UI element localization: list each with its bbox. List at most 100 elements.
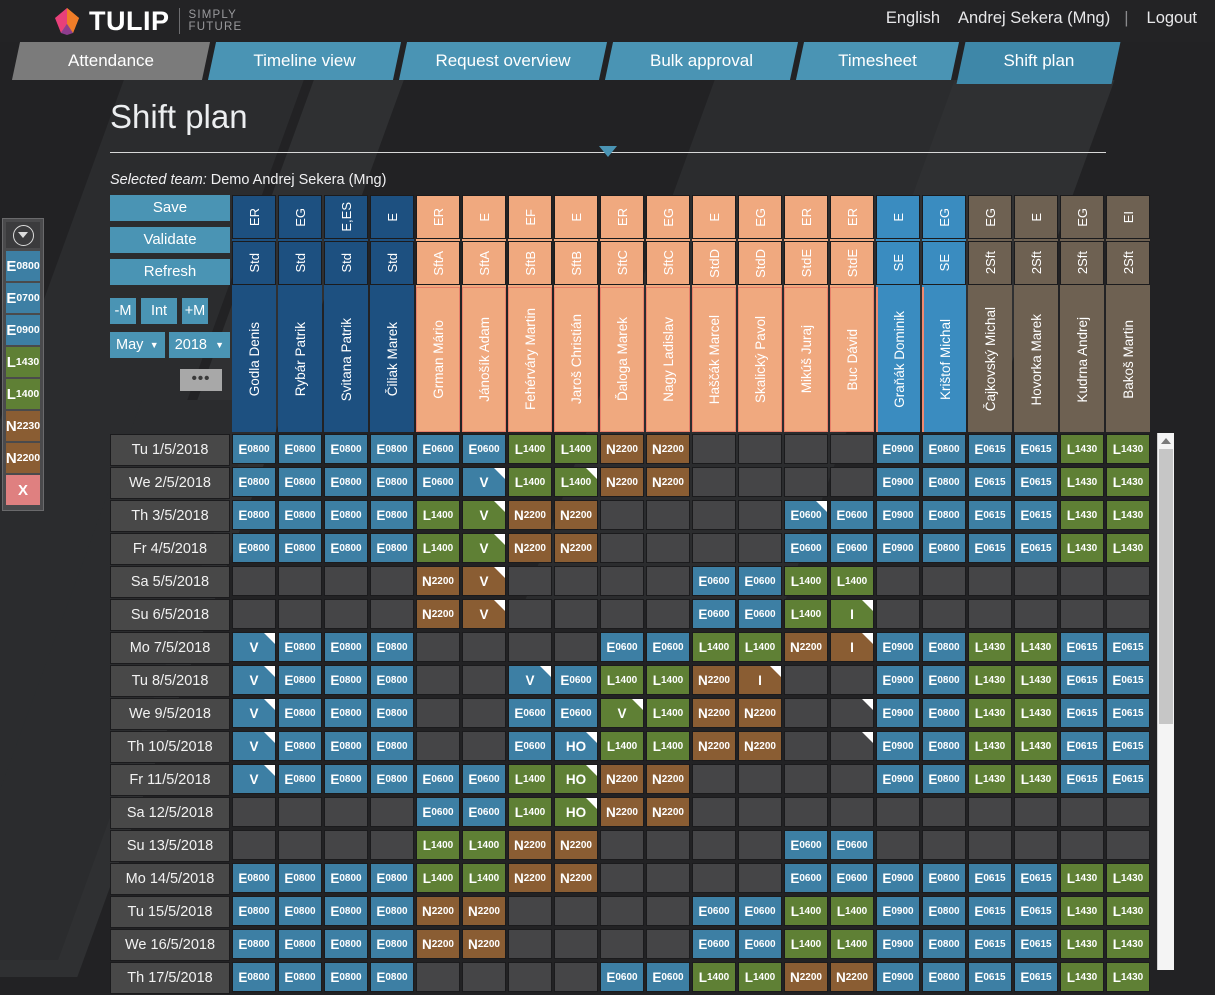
shift-cell[interactable] bbox=[508, 929, 552, 959]
column-header-18[interactable]: EG 2Sft Kudrna Andrej bbox=[1060, 195, 1104, 432]
shift-cell[interactable]: N 2200 bbox=[508, 863, 552, 893]
shift-cell[interactable]: N 2200 bbox=[416, 896, 460, 926]
shift-cell[interactable]: E 0800 bbox=[370, 467, 414, 497]
shift-cell[interactable]: E 0600 bbox=[692, 599, 736, 629]
shift-cell[interactable] bbox=[784, 434, 828, 464]
shift-cell[interactable]: E 0600 bbox=[416, 434, 460, 464]
shift-cell[interactable]: L 1400 bbox=[738, 632, 782, 662]
shift-cell[interactable] bbox=[692, 764, 736, 794]
shift-cell[interactable]: L 1400 bbox=[646, 665, 690, 695]
shift-cell[interactable] bbox=[968, 566, 1012, 596]
shift-cell[interactable]: N 2200 bbox=[600, 434, 644, 464]
shift-cell[interactable]: V bbox=[462, 599, 506, 629]
shift-cell[interactable] bbox=[1060, 599, 1104, 629]
shift-cell[interactable] bbox=[968, 797, 1012, 827]
shift-cell[interactable] bbox=[324, 566, 368, 596]
shift-cell[interactable] bbox=[554, 929, 598, 959]
shift-cell[interactable] bbox=[554, 896, 598, 926]
shift-cell[interactable] bbox=[370, 797, 414, 827]
shift-cell[interactable] bbox=[876, 599, 920, 629]
shift-cell[interactable]: L 1430 bbox=[1060, 434, 1104, 464]
shift-cell[interactable] bbox=[232, 599, 276, 629]
column-employee-name[interactable]: Godla Denis bbox=[232, 287, 276, 432]
shift-cell[interactable]: E 0800 bbox=[232, 929, 276, 959]
shift-cell[interactable]: E 0800 bbox=[278, 434, 322, 464]
shift-cell[interactable] bbox=[462, 962, 506, 992]
column-employee-name[interactable]: Buc Dávid bbox=[830, 287, 874, 432]
refresh-button[interactable]: Refresh bbox=[110, 259, 230, 285]
shift-cell[interactable]: E 0600 bbox=[692, 929, 736, 959]
shift-cell[interactable]: E 0800 bbox=[324, 665, 368, 695]
shift-cell[interactable]: E 0800 bbox=[922, 665, 966, 695]
shift-cell[interactable]: L 1430 bbox=[968, 665, 1012, 695]
column-header-4[interactable]: ER SftA Grman Mário bbox=[416, 195, 460, 432]
previous-month-button[interactable]: -M bbox=[110, 298, 136, 324]
shift-cell[interactable]: E 0800 bbox=[922, 467, 966, 497]
legend-item-l1400[interactable]: L 1400 bbox=[6, 379, 40, 409]
shift-cell[interactable]: E 0615 bbox=[1106, 698, 1150, 728]
column-employee-name[interactable]: Graňák Dominik bbox=[876, 287, 920, 432]
shift-cell[interactable]: E 0615 bbox=[968, 533, 1012, 563]
shift-cell[interactable]: L 1400 bbox=[830, 896, 874, 926]
shift-cell[interactable] bbox=[1106, 599, 1150, 629]
shift-cell[interactable] bbox=[232, 830, 276, 860]
shift-cell[interactable] bbox=[462, 665, 506, 695]
shift-cell[interactable]: L 1400 bbox=[508, 467, 552, 497]
shift-cell[interactable]: N 2200 bbox=[646, 434, 690, 464]
shift-cell[interactable]: E 0800 bbox=[370, 764, 414, 794]
column-header-6[interactable]: EF SftB Fehérváry Martin bbox=[508, 195, 552, 432]
shift-cell[interactable]: N 2200 bbox=[554, 863, 598, 893]
scrollbar-track[interactable] bbox=[1157, 433, 1174, 970]
shift-cell[interactable]: E 0900 bbox=[876, 632, 920, 662]
shift-cell[interactable] bbox=[600, 500, 644, 530]
shift-cell[interactable] bbox=[508, 566, 552, 596]
shift-cell[interactable]: E 0615 bbox=[968, 500, 1012, 530]
shift-cell[interactable]: L 1400 bbox=[416, 533, 460, 563]
shift-cell[interactable] bbox=[554, 962, 598, 992]
shift-cell[interactable]: L 1430 bbox=[1106, 896, 1150, 926]
column-header-12[interactable]: ER StdE Mikúš Juraj bbox=[784, 195, 828, 432]
legend-item-e0800[interactable]: E 0800 bbox=[6, 251, 40, 281]
column-employee-name[interactable]: Krištof Michal bbox=[922, 287, 966, 432]
logout-link[interactable]: Logout bbox=[1147, 9, 1197, 28]
shift-cell[interactable]: E 0615 bbox=[1060, 764, 1104, 794]
shift-cell[interactable]: N 2200 bbox=[646, 467, 690, 497]
shift-cell[interactable] bbox=[738, 500, 782, 530]
shift-cell[interactable]: L 1430 bbox=[1060, 896, 1104, 926]
shift-cell[interactable] bbox=[784, 665, 828, 695]
tab-bulk-approval[interactable]: Bulk approval bbox=[604, 42, 799, 80]
shift-cell[interactable]: E 0800 bbox=[324, 533, 368, 563]
shift-cell[interactable]: E 0600 bbox=[554, 665, 598, 695]
shift-cell[interactable] bbox=[876, 566, 920, 596]
shift-cell[interactable]: N 2200 bbox=[784, 632, 828, 662]
year-select[interactable]: 2018 ▼ bbox=[168, 332, 230, 358]
shift-cell[interactable] bbox=[922, 797, 966, 827]
shift-cell[interactable]: E 0600 bbox=[830, 830, 874, 860]
shift-cell[interactable]: L 1400 bbox=[784, 896, 828, 926]
shift-cell[interactable]: N 2200 bbox=[646, 797, 690, 827]
shift-cell[interactable]: E 0900 bbox=[876, 533, 920, 563]
shift-cell[interactable]: E 0900 bbox=[876, 665, 920, 695]
shift-cell[interactable] bbox=[784, 698, 828, 728]
column-header-13[interactable]: ER StdE Buc Dávid bbox=[830, 195, 874, 432]
column-header-15[interactable]: EG SE Krištof Michal bbox=[922, 195, 966, 432]
shift-cell[interactable]: L 1400 bbox=[508, 797, 552, 827]
shift-cell[interactable]: E 0615 bbox=[1014, 863, 1058, 893]
shift-cell[interactable]: E 0800 bbox=[370, 698, 414, 728]
shift-cell[interactable]: E 0800 bbox=[278, 533, 322, 563]
shift-cell[interactable]: E 0615 bbox=[968, 929, 1012, 959]
shift-cell[interactable]: E 0800 bbox=[922, 500, 966, 530]
shift-cell[interactable]: E 0600 bbox=[462, 797, 506, 827]
shift-cell[interactable]: E 0600 bbox=[462, 434, 506, 464]
shift-cell[interactable] bbox=[508, 632, 552, 662]
shift-cell[interactable]: E 0615 bbox=[1106, 632, 1150, 662]
shift-cell[interactable]: E 0900 bbox=[876, 929, 920, 959]
month-select[interactable]: May ▼ bbox=[110, 332, 165, 358]
shift-cell[interactable]: L 1430 bbox=[1106, 434, 1150, 464]
shift-cell[interactable]: E 0800 bbox=[922, 896, 966, 926]
column-header-1[interactable]: EG Std Rybár Patrik bbox=[278, 195, 322, 432]
shift-cell[interactable]: N 2200 bbox=[738, 698, 782, 728]
shift-cell[interactable]: E 0800 bbox=[278, 764, 322, 794]
shift-cell[interactable]: E 0600 bbox=[738, 566, 782, 596]
shift-cell[interactable]: N 2200 bbox=[738, 731, 782, 761]
